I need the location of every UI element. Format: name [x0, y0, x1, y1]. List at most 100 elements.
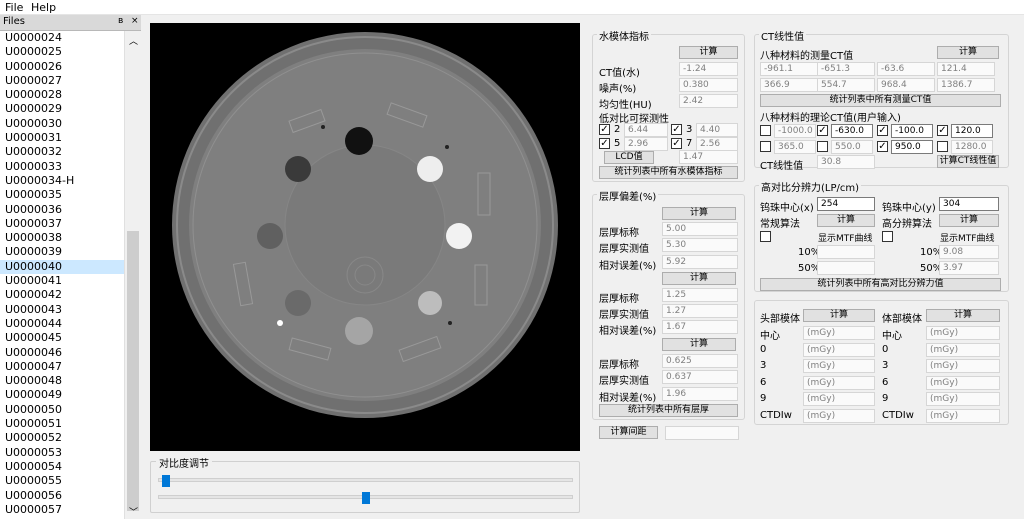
- body-dose-row-label: 9: [882, 393, 889, 404]
- slice-stat-button[interactable]: 统计列表中所有层厚: [599, 404, 738, 417]
- file-list-item[interactable]: U0000040: [0, 259, 127, 275]
- dock-float-icon[interactable]: ʙ: [118, 16, 123, 26]
- lc7-checkbox[interactable]: ✓: [671, 138, 682, 149]
- dock-title: Files: [3, 16, 25, 27]
- file-list-item[interactable]: U0000054: [0, 460, 127, 474]
- file-list-item[interactable]: U0000051: [0, 417, 127, 431]
- ct-image-view[interactable]: [150, 23, 580, 451]
- theory-ct-checkbox[interactable]: [760, 141, 771, 152]
- theory-ct-input[interactable]: -1000.0: [774, 124, 816, 138]
- contrast-slider-1-thumb[interactable]: [162, 475, 171, 487]
- file-list-item[interactable]: U0000053: [0, 446, 127, 460]
- file-list-item[interactable]: U0000055: [0, 474, 127, 488]
- head-dose-field: (mGy): [803, 342, 875, 357]
- high-calc-button[interactable]: 计算: [939, 214, 999, 227]
- file-list-item[interactable]: U0000030: [0, 117, 127, 131]
- file-list-item[interactable]: U0000035: [0, 188, 127, 202]
- file-list-item[interactable]: U0000057: [0, 503, 127, 517]
- file-list-scrollbar[interactable]: ︿ ﹀: [124, 31, 141, 519]
- file-list-item[interactable]: U0000050: [0, 403, 127, 417]
- normal-mtf-checkbox[interactable]: [760, 231, 771, 242]
- water-calc-button[interactable]: 计算: [679, 46, 738, 59]
- theory-ct-input[interactable]: -100.0: [891, 124, 933, 138]
- high-mtf-checkbox[interactable]: [882, 231, 893, 242]
- measured-ct-field: -63.6: [877, 62, 935, 76]
- file-list-item[interactable]: U0000042: [0, 288, 127, 302]
- file-list-item[interactable]: U0000036: [0, 203, 127, 217]
- bead-y-input[interactable]: 304: [939, 197, 999, 211]
- uniformity-label: 均匀性(HU): [599, 100, 652, 111]
- lc5-checkbox[interactable]: ✓: [599, 138, 610, 149]
- theory-ct-input[interactable]: 1280.0: [951, 140, 993, 154]
- theory-ct-input[interactable]: 365.0: [774, 140, 816, 154]
- file-list-item[interactable]: U0000052: [0, 431, 127, 445]
- resolution-stat-button[interactable]: 统计列表中所有高对比分辨力值: [760, 278, 1001, 291]
- slice-calc-3-button[interactable]: 计算: [662, 338, 736, 351]
- ct-linear-calc-button[interactable]: 计算CT线性值: [937, 155, 999, 168]
- body-dose-field: (mGy): [926, 359, 1000, 373]
- file-list-item[interactable]: U0000045: [0, 331, 127, 345]
- file-list-item[interactable]: U0000025: [0, 45, 127, 59]
- contrast-slider-1[interactable]: [158, 478, 573, 482]
- theory-ct-checkbox[interactable]: [760, 125, 771, 136]
- theory-ct-input[interactable]: -630.0: [831, 124, 873, 138]
- file-list-item[interactable]: U0000027: [0, 74, 127, 88]
- lc3-checkbox[interactable]: ✓: [671, 124, 682, 135]
- scroll-up-icon[interactable]: ︿: [129, 34, 138, 47]
- measured-ct-label: 八种材料的测量CT值: [760, 51, 854, 62]
- lcd-button[interactable]: LCD值: [604, 151, 654, 164]
- lc2-checkbox[interactable]: ✓: [599, 124, 610, 135]
- file-list-item[interactable]: U0000044: [0, 317, 127, 331]
- head-dose-row-label: 中心: [760, 331, 780, 342]
- menu-help[interactable]: Help: [31, 1, 56, 14]
- bead-y-label: 钨珠中心(y): [882, 203, 936, 214]
- dock-close-icon[interactable]: ×: [131, 16, 139, 26]
- slice-calc-1-button[interactable]: 计算: [662, 207, 736, 220]
- file-list-item[interactable]: U0000043: [0, 303, 127, 317]
- theory-ct-input[interactable]: 120.0: [951, 124, 993, 138]
- file-list-item[interactable]: U0000041: [0, 274, 127, 288]
- file-list-item[interactable]: U0000029: [0, 102, 127, 116]
- body-calc-button[interactable]: 计算: [926, 309, 1000, 322]
- ct-stat-button[interactable]: 统计列表中所有测量CT值: [760, 94, 1001, 107]
- file-list-item[interactable]: U0000028: [0, 88, 127, 102]
- theory-ct-input[interactable]: 950.0: [891, 140, 933, 154]
- spacing-calc-button[interactable]: 计算间距: [599, 426, 658, 439]
- theory-ct-checkbox[interactable]: [937, 141, 948, 152]
- water-stat-button[interactable]: 统计列表中所有水模体指标: [599, 166, 738, 179]
- body-dose-row-label: CTDIw: [882, 409, 914, 421]
- file-list-item[interactable]: U0000031: [0, 131, 127, 145]
- file-list-item[interactable]: U0000034-H: [0, 174, 127, 188]
- file-list-item[interactable]: U0000037: [0, 217, 127, 231]
- file-list-item[interactable]: U0000038: [0, 231, 127, 245]
- bead-x-input[interactable]: 254: [817, 197, 875, 211]
- slice-calc-2-button[interactable]: 计算: [662, 272, 736, 285]
- file-list-item[interactable]: U0000048: [0, 374, 127, 388]
- file-list-item[interactable]: U0000046: [0, 346, 127, 360]
- theory-ct-checkbox[interactable]: ✓: [877, 141, 888, 152]
- menu-file[interactable]: File: [5, 1, 23, 14]
- file-list-item[interactable]: U0000026: [0, 60, 127, 74]
- normal-50-field: [817, 261, 875, 275]
- theory-ct-checkbox[interactable]: ✓: [817, 125, 828, 136]
- theory-ct-checkbox[interactable]: ✓: [937, 125, 948, 136]
- contrast-slider-2-thumb[interactable]: [361, 492, 370, 504]
- theory-ct-checkbox[interactable]: [817, 141, 828, 152]
- file-list-item[interactable]: U0000047: [0, 360, 127, 374]
- head-calc-button[interactable]: 计算: [803, 309, 875, 322]
- file-list-item[interactable]: U0000032: [0, 145, 127, 159]
- file-list-item[interactable]: U0000056: [0, 489, 127, 503]
- file-list-item[interactable]: U0000039: [0, 245, 127, 259]
- scroll-down-icon[interactable]: ﹀: [129, 505, 138, 518]
- scroll-thumb[interactable]: [127, 231, 139, 511]
- file-list[interactable]: U0000024 U0000025 U0000026 U0000027 U0000028…: [0, 31, 127, 519]
- theory-ct-checkbox[interactable]: ✓: [877, 125, 888, 136]
- head-dose-row-label: 0: [760, 343, 767, 355]
- file-list-item[interactable]: U0000049: [0, 388, 127, 402]
- file-list-item[interactable]: U0000024: [0, 31, 127, 45]
- file-list-item[interactable]: U0000033: [0, 160, 127, 174]
- theory-ct-input[interactable]: 550.0: [831, 140, 873, 154]
- measured-ct-calc-button[interactable]: 计算: [937, 46, 999, 59]
- normal-calc-button[interactable]: 计算: [817, 214, 875, 227]
- slice-measured-1-label: 层厚实测值: [599, 244, 649, 255]
